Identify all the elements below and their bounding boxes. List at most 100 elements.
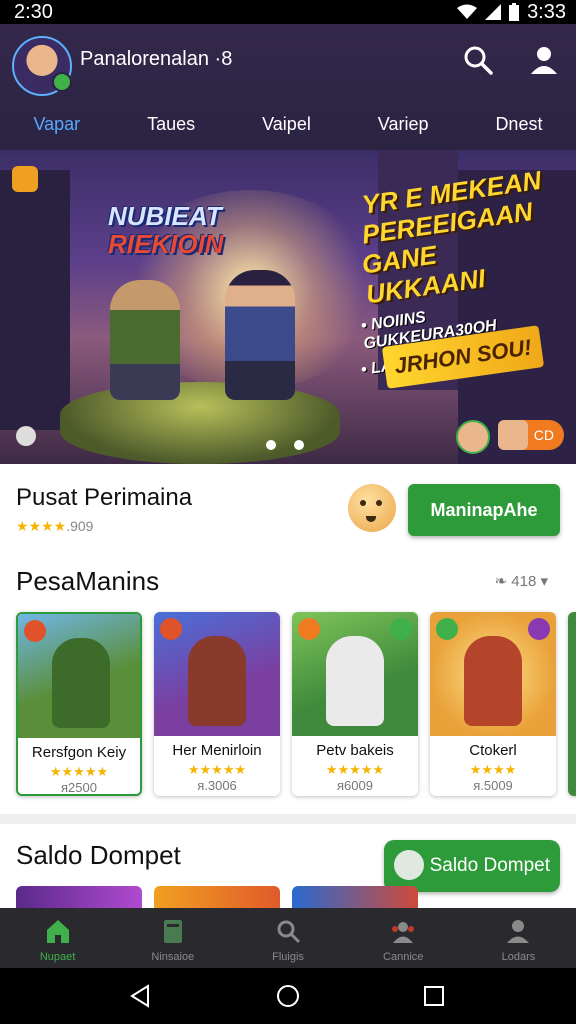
tab-variep[interactable]: Variep [378, 114, 429, 135]
nav-label: Cannice [383, 951, 424, 963]
card-character [188, 636, 246, 726]
nav-label: Nupaet [39, 951, 76, 963]
card-price: ᴙ2500 [61, 780, 97, 795]
back-icon[interactable] [128, 984, 152, 1008]
hero-swordsman [225, 270, 295, 400]
promo-banner[interactable]: NUBIEAT RIEKIOIN YR E MEKEAN PEREEIGAAN … [0, 150, 576, 464]
wallet-thumb-3[interactable] [292, 886, 418, 908]
game-app-icon [12, 166, 38, 192]
card-character [326, 636, 384, 726]
arena-platform [60, 382, 340, 464]
status-icons: 3:33 [457, 0, 566, 24]
leaf-icon: ❧ [494, 573, 512, 590]
wifi-icon [457, 4, 478, 19]
chevron-down-icon: ▾ [536, 573, 548, 590]
section-games-count: 418 [511, 573, 537, 590]
system-nav [0, 968, 576, 1024]
game-card-1[interactable]: Rersfgon Keiy ★★★★★ ᴙ2500 [16, 612, 142, 796]
wallet-button[interactable]: Saldo Dompet [384, 840, 560, 892]
wallet-button-label: Saldo Dompet [429, 855, 550, 876]
book-icon [163, 920, 182, 943]
wallet-thumb-2[interactable] [154, 886, 280, 908]
signal-icon [485, 4, 502, 20]
mascot-emoji-icon [348, 484, 396, 532]
rating-value: .909 [66, 518, 94, 534]
card-stars: ★★★★ [469, 762, 517, 777]
card-art [292, 612, 418, 736]
main-content: Pusat Perimaina ★★★★.909 ManinapAhe Pesa… [0, 464, 576, 908]
carousel-dots [266, 440, 304, 450]
wallet-thumb-1[interactable] [16, 886, 142, 908]
nav-label: Lodars [501, 951, 536, 963]
section-games-meta[interactable]: ❧ 418 ▾ [495, 572, 548, 590]
rating-stars: ★★★★ [16, 518, 67, 534]
friend-face-icon [498, 420, 528, 450]
tab-vaipel[interactable]: Vaipel [262, 114, 311, 135]
card-price: ᴙ.5009 [473, 778, 513, 793]
card-name: Petv bakeis [316, 742, 394, 759]
nav-item-search[interactable]: Fluigis [230, 908, 345, 968]
wallet-face-icon [394, 850, 424, 880]
profile-icon [507, 920, 530, 943]
section-games-title: PesaManins [16, 566, 160, 596]
card-badge-icon [436, 618, 458, 640]
card-art [18, 614, 140, 738]
section-divider [0, 814, 576, 824]
home-circle-icon[interactable] [276, 984, 300, 1008]
home-icon [46, 920, 69, 943]
nav-item-community[interactable]: Cannice [346, 908, 461, 968]
card-badge-icon [528, 618, 550, 640]
carousel-dot-1[interactable] [266, 440, 276, 450]
status-time: 2:30 [14, 1, 53, 23]
banner-menu-icon[interactable] [16, 426, 36, 446]
card-badge-icon [298, 618, 320, 640]
game-logo-line2: RIEKIOIN [108, 229, 224, 259]
friend-avatar[interactable] [456, 420, 490, 454]
user-name: Panalorenalan ·8 [80, 48, 233, 70]
app-header: Panalorenalan ·8 Vapar Taues Vaipel Vari… [0, 24, 576, 150]
category-tabs: Vapar Taues Vaipel Variep Dnest [0, 104, 576, 144]
card-price: ᴙ6009 [337, 778, 373, 793]
nav-item-profile[interactable]: Lodars [461, 908, 576, 968]
status-bar: 2:30 3:33 [0, 0, 576, 24]
nav-item-library[interactable]: Ninsaioe [115, 908, 230, 968]
community-icon [392, 922, 415, 943]
game-logo-line1: NUBIEAT [108, 201, 222, 231]
tab-vapar[interactable]: Vapar [33, 114, 80, 135]
featured-title: Pusat Perimaina [16, 484, 193, 511]
card-price: ᴙ.3006 [197, 778, 237, 793]
search-icon[interactable] [462, 44, 494, 76]
game-card-3[interactable]: Petv bakeis ★★★★★ ᴙ6009 [292, 612, 418, 796]
card-stars: ★★★★★ [187, 762, 247, 777]
avatar[interactable] [12, 36, 72, 96]
wallet-title: Saldo Dompet [16, 840, 181, 870]
online-badge-icon [52, 72, 72, 92]
card-badge-icon [24, 620, 46, 642]
bottom-nav: Nupaet Ninsaioe Fluigis Cannice Lodars [0, 908, 576, 968]
card-badge-icon [390, 618, 412, 640]
carousel-dot-2[interactable] [294, 440, 304, 450]
status-clock: 3:33 [527, 0, 566, 23]
card-art [154, 612, 280, 736]
game-card-2[interactable]: Her Menirloin ★★★★★ ᴙ.3006 [154, 612, 280, 796]
play-button[interactable]: ManinapAhe [408, 484, 560, 536]
card-name: Rersfgon Keiy [31, 744, 127, 761]
friend-pill-button[interactable]: CD [498, 420, 564, 450]
nav-label: Ninsaioe [151, 951, 195, 963]
tab-dnest[interactable]: Dnest [495, 114, 542, 135]
profile-icon[interactable] [528, 44, 560, 76]
card-badge-icon [160, 618, 182, 640]
tab-taues[interactable]: Taues [147, 114, 195, 135]
card-stars: ★★★★★ [49, 764, 109, 779]
battery-icon [509, 3, 520, 21]
featured-rating: ★★★★.909 [16, 518, 93, 535]
recents-icon[interactable] [422, 984, 446, 1008]
nav-item-home[interactable]: Nupaet [0, 908, 115, 968]
game-card-peek[interactable] [568, 612, 576, 796]
card-name: Ctokerl [469, 742, 517, 759]
game-card-4[interactable]: Ctokerl ★★★★ ᴙ.5009 [430, 612, 556, 796]
hero-warrior [110, 280, 180, 400]
building-left [0, 170, 70, 430]
search-icon [277, 920, 301, 944]
game-logo: NUBIEAT RIEKIOIN [108, 202, 278, 262]
